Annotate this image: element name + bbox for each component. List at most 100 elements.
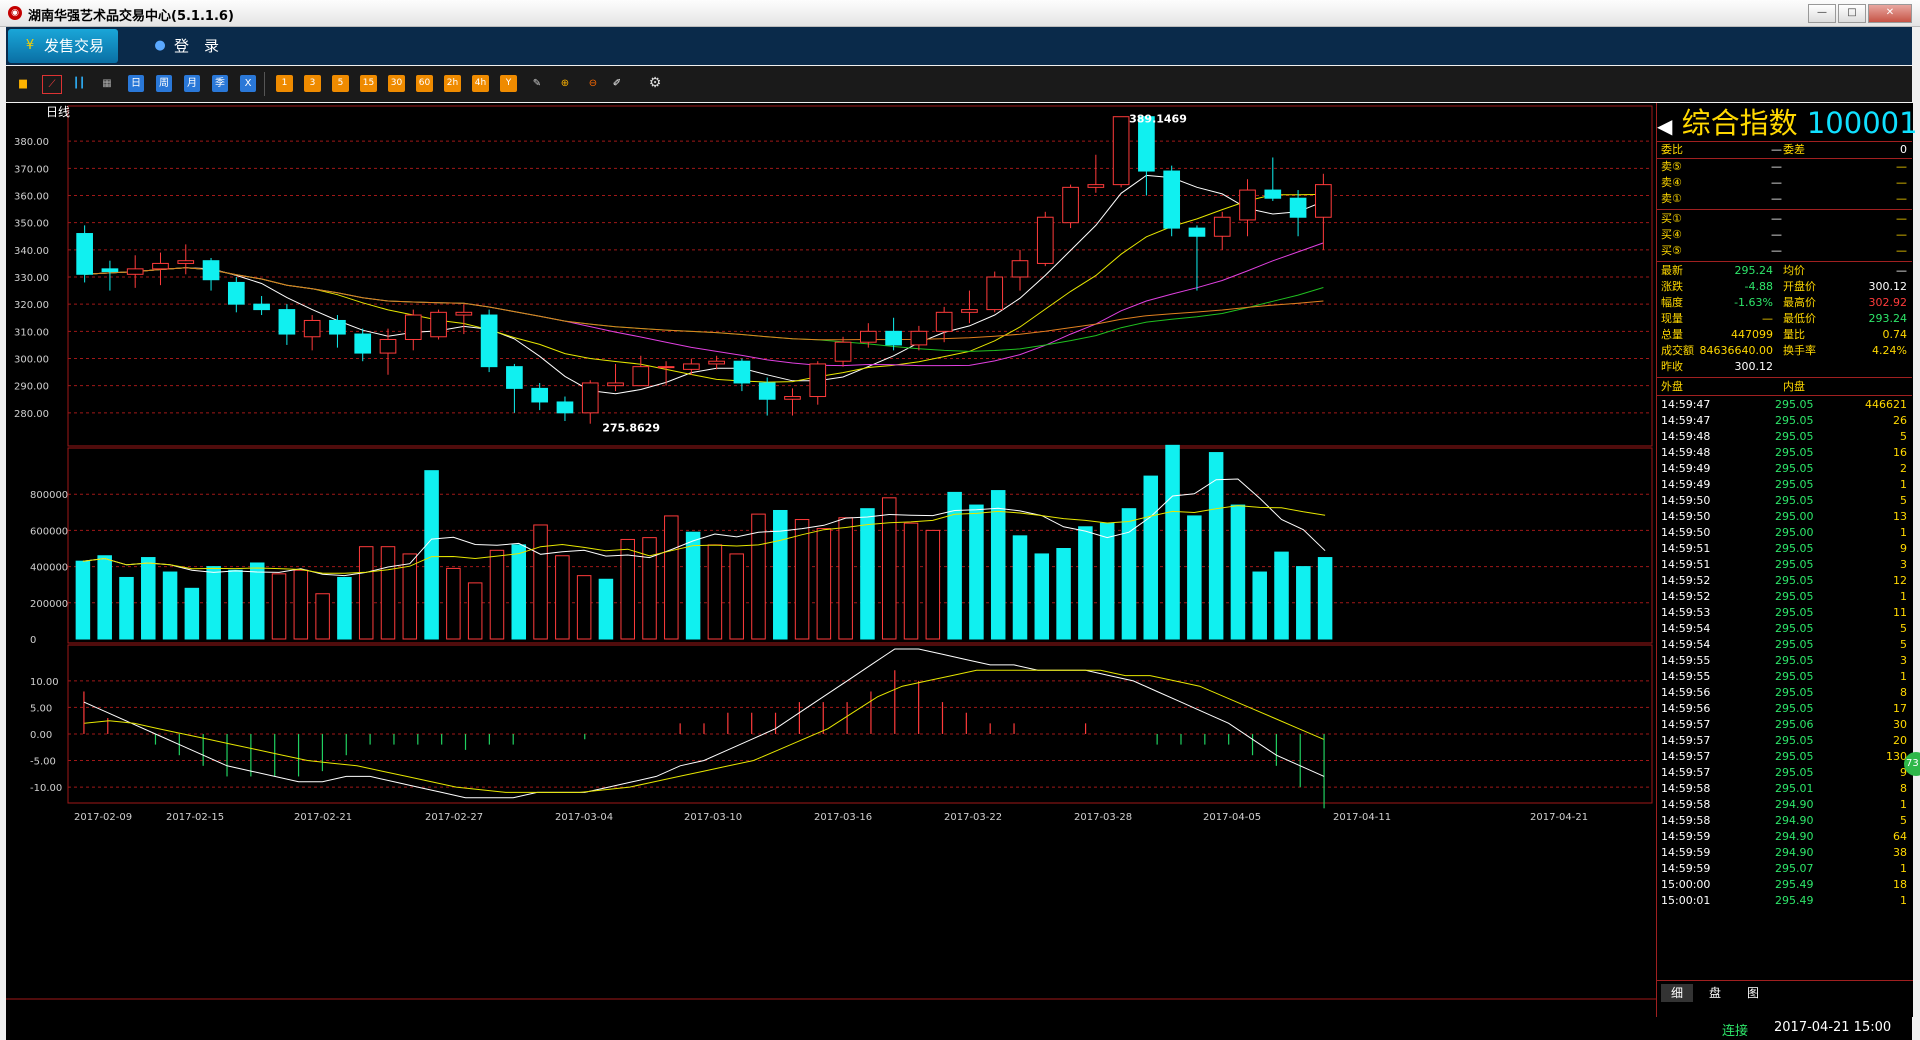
trade-tick-row: 14:59:50 295.05 5 xyxy=(1661,494,1907,507)
candle-body xyxy=(935,311,953,332)
trade-tick-row: 15:00:01 295.49 1 xyxy=(1661,894,1907,907)
gear-icon[interactable]: ⚙ xyxy=(646,75,664,92)
quote-row: 涨跌 -4.88 开盘价 300.12 xyxy=(1661,280,1907,293)
period-month-button[interactable]: 月 xyxy=(184,75,200,92)
minute-30-button[interactable]: 30 xyxy=(388,75,405,92)
kline-chart-svg[interactable]: 380.00 370.00 360.00 350.00 340.00 330.00 320.… xyxy=(6,103,1656,1017)
candle-body xyxy=(733,360,751,384)
panel-border xyxy=(67,644,1653,804)
zoom-in-icon[interactable]: ⊕ xyxy=(556,75,574,92)
ask-row: 卖① — — xyxy=(1661,192,1907,205)
volume-bar xyxy=(1143,475,1159,640)
prev-arrow-icon[interactable]: ◀ xyxy=(1657,114,1672,138)
volume-bar xyxy=(249,562,265,640)
app-logo-icon: ◉ xyxy=(8,6,22,20)
candle-body xyxy=(379,338,397,354)
trade-tick-row: 14:59:55 295.05 3 xyxy=(1661,654,1907,667)
trade-tick-row: 14:59:59 294.90 64 xyxy=(1661,830,1907,843)
price-tick-label: 290.00 xyxy=(14,382,49,393)
trade-tick-row: 14:59:57 295.06 30 xyxy=(1661,718,1907,731)
candle-body xyxy=(354,333,372,354)
calendar-icon[interactable]: ▦ xyxy=(98,75,116,92)
volume-bar xyxy=(511,544,527,640)
volume-bar xyxy=(489,549,505,640)
high-annotation: 389.1469 xyxy=(1129,113,1187,126)
period-week-button[interactable]: 周 xyxy=(156,75,172,92)
date-tick-label: 2017-04-21 xyxy=(1530,812,1588,823)
period-custom-button[interactable]: X xyxy=(240,75,256,92)
period-quarter-button[interactable]: 季 xyxy=(212,75,228,92)
hour-4-button[interactable]: 4h xyxy=(472,75,489,92)
candle-body xyxy=(1163,170,1181,229)
candle-body xyxy=(809,363,827,398)
trade-tick-row: 14:59:50 295.00 13 xyxy=(1661,510,1907,523)
minute-5-button[interactable]: 5 xyxy=(332,75,349,92)
volume-bar xyxy=(555,555,570,640)
volume-bar xyxy=(1252,571,1267,640)
hour-2-button[interactable]: 2h xyxy=(444,75,461,92)
maximize-button[interactable]: □ xyxy=(1838,4,1866,23)
quote-row: 昨收 300.12 xyxy=(1661,360,1773,373)
window-titlebar: ◉ 湖南华强艺术品交易中心(5.1.1.6) — □ ✕ xyxy=(0,0,1920,27)
minute-3-button[interactable]: 3 xyxy=(304,75,321,92)
draw-icon[interactable]: ✐ xyxy=(608,75,626,92)
year-button[interactable]: Y xyxy=(500,75,517,92)
candle-body xyxy=(506,366,523,389)
line-chart-icon[interactable]: ⟋ xyxy=(42,75,62,94)
zoom-out-icon[interactable]: ⊖ xyxy=(584,75,602,92)
candle-body xyxy=(1036,216,1054,264)
trade-tick-row: 14:59:49 295.05 2 xyxy=(1661,462,1907,475)
candle-body xyxy=(1062,186,1079,224)
price-tick-label: 370.00 xyxy=(14,164,49,175)
edit-icon[interactable]: ✎ xyxy=(528,75,546,92)
trade-tick-row: 14:59:48 295.05 5 xyxy=(1661,430,1907,443)
volume-tick-label: 600000 xyxy=(30,526,68,537)
bar-chart-icon[interactable]: ▆ xyxy=(14,75,32,92)
tab-issue-trading[interactable]: ¥ 发售交易 xyxy=(8,29,119,63)
candle-chart-icon[interactable]: ┃┃ xyxy=(70,75,88,92)
quote-panel: ◀ 综合指数 100001 ▶ 委比 —委差 0 卖⑤—— 卖④—— 卖①—— 买①—— 买④… xyxy=(1656,103,1918,1017)
tab-book[interactable]: 盘 xyxy=(1699,984,1731,1002)
close-button[interactable]: ✕ xyxy=(1868,4,1912,23)
volume-bar xyxy=(903,522,919,640)
candle-body xyxy=(581,382,599,414)
volume-bar xyxy=(969,504,984,640)
candle-body xyxy=(885,330,902,346)
wei-label: 委比 xyxy=(1661,143,1683,156)
volume-bar xyxy=(1056,548,1071,640)
tab-detail[interactable]: 细 xyxy=(1661,984,1693,1002)
candle-body xyxy=(177,260,195,264)
trade-tick-row: 14:59:51 295.05 3 xyxy=(1661,558,1907,571)
wei-diff-value: 0 xyxy=(1900,143,1907,156)
volume-bar xyxy=(424,470,439,640)
tab-label: 登 录 xyxy=(174,37,220,55)
trade-tick-row: 14:59:56 295.05 8 xyxy=(1661,686,1907,699)
app-navbar: ¥ 发售交易 ● 登 录 xyxy=(6,27,1912,65)
price-tick-label: 280.00 xyxy=(14,409,49,420)
instrument-title: ◀ 综合指数 100001 ▶ xyxy=(1657,105,1918,141)
trade-tick-row: 14:59:48 295.05 16 xyxy=(1661,446,1907,459)
volume-bar xyxy=(1034,553,1050,640)
period-day-button[interactable]: 日 xyxy=(128,75,144,92)
volume-bar xyxy=(446,567,461,640)
quote-row: 成交额 84636640.00 换手率 4.24% xyxy=(1661,344,1907,357)
candle-body xyxy=(480,314,498,368)
candle-body xyxy=(1213,216,1231,237)
volume-bar xyxy=(642,537,657,640)
tab-login[interactable]: ● 登 录 xyxy=(138,29,233,63)
minute-60-button[interactable]: 60 xyxy=(416,75,433,92)
quote-row: 现量 — 最低价 293.24 xyxy=(1661,312,1907,325)
volume-bar xyxy=(1317,557,1333,640)
tab-chart[interactable]: 图 xyxy=(1737,984,1769,1002)
volume-bar xyxy=(1274,551,1289,640)
minimize-button[interactable]: — xyxy=(1808,4,1836,23)
macd-tick-label: 0.00 xyxy=(30,730,52,741)
minute-1-button[interactable]: 1 xyxy=(276,75,293,92)
candle-body xyxy=(531,387,549,403)
ma5-line xyxy=(84,174,1324,395)
minute-15-button[interactable]: 15 xyxy=(360,75,377,92)
volume-bar xyxy=(664,515,679,640)
candle-body xyxy=(76,233,93,275)
chart-area[interactable]: 380.00 370.00 360.00 350.00 340.00 330.00 320.… xyxy=(6,103,1656,1017)
trade-tick-row: 14:59:57 295.05 130 xyxy=(1661,750,1907,763)
